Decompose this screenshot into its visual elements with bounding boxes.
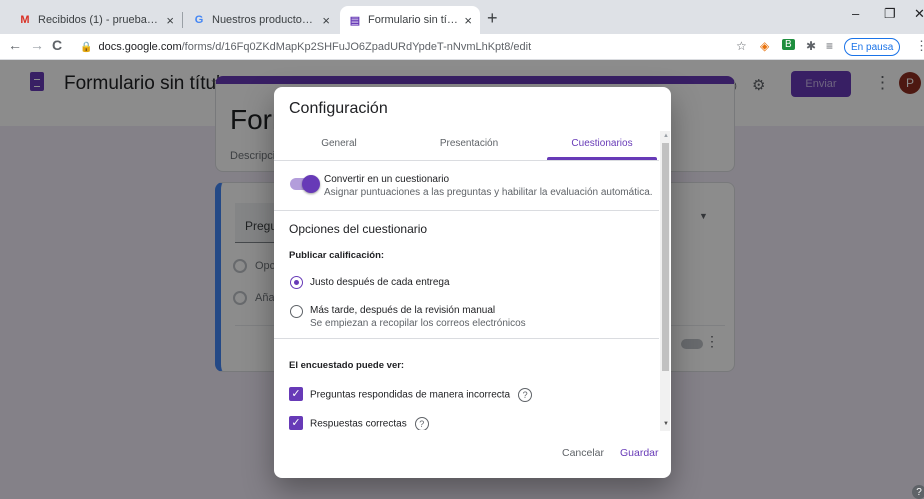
quiz-toggle-label: Convertir en un cuestionario	[324, 174, 450, 185]
divider	[274, 338, 659, 339]
tab-strip: M Recibidos (1) - prueba100820@g × G Nue…	[0, 0, 924, 34]
checkbox-label-text: Respuestas correctas	[310, 418, 407, 430]
url-host: docs.google.com	[98, 41, 182, 53]
google-icon: G	[194, 14, 204, 26]
url-path: /forms/d/16Fq0ZKdMapKp2SHFuJO6ZpadURdYpd…	[181, 41, 532, 53]
tab-general[interactable]: General	[294, 138, 384, 149]
divider	[274, 210, 659, 211]
gmail-icon: M	[20, 14, 30, 26]
help-icon[interactable]: ?	[912, 485, 924, 499]
tab-gmail[interactable]: M Recibidos (1) - prueba100820@g ×	[10, 6, 182, 34]
browser-menu-icon[interactable]: ⋮	[915, 38, 924, 54]
extension-icon[interactable]: ◈	[760, 39, 769, 53]
checkbox-missed-questions[interactable]: ✓	[289, 387, 303, 401]
browser-toolbar: ← → C 🔒 docs.google.com/forms/d/16Fq0ZKd…	[0, 34, 924, 60]
maximize-button[interactable]: ❐	[884, 6, 896, 22]
dialog-actions: Cancelar Guardar	[274, 437, 671, 467]
cancel-button[interactable]: Cancelar	[562, 447, 604, 459]
toggle-knob	[302, 175, 320, 193]
extension-b-icon[interactable]: B	[782, 39, 795, 50]
tab-quizzes[interactable]: Cuestionarios	[547, 138, 657, 149]
new-tab-button[interactable]: +	[487, 8, 498, 29]
respondent-can-see-heading: El encuestado puede ver:	[289, 360, 405, 371]
radio-immediately[interactable]	[290, 276, 303, 289]
scroll-down-arrow[interactable]: ▼	[663, 421, 669, 427]
checkbox-missed-questions-label[interactable]: Preguntas respondidas de manera incorrec…	[310, 388, 533, 402]
tab-separator	[182, 12, 183, 28]
help-circle-icon[interactable]: ?	[414, 417, 429, 430]
save-button[interactable]: Guardar	[620, 447, 659, 459]
sync-paused-button[interactable]: En pausa	[844, 38, 901, 56]
dialog-body: Convertir en un cuestionario Asignar pun…	[274, 162, 659, 430]
radio-later-description: Se empiezan a recopilar los correos elec…	[310, 318, 526, 329]
scrollbar-thumb[interactable]	[662, 143, 669, 371]
quiz-toggle-description: Asignar puntuaciones a las preguntas y h…	[324, 187, 653, 198]
forward-button[interactable]: →	[30, 37, 44, 53]
forms-icon: ▤	[349, 14, 361, 27]
puzzle-icon[interactable]: ✱	[806, 39, 816, 53]
tab-forms[interactable]: ▤ Formulario sin título - Formularic ×	[340, 6, 480, 34]
back-button[interactable]: ←	[8, 37, 22, 53]
checkbox-label-text: Preguntas respondidas de manera incorrec…	[310, 389, 511, 401]
publish-grade-heading: Publicar calificación:	[289, 250, 385, 261]
active-tab-indicator	[547, 157, 657, 160]
dialog-title: Configuración	[289, 100, 388, 117]
quiz-options-title: Opciones del cuestionario	[289, 222, 428, 236]
address-bar[interactable]: 🔒 docs.google.com/forms/d/16Fq0ZKdMapKp2…	[80, 37, 764, 57]
help-circle-icon[interactable]: ?	[518, 388, 533, 402]
close-icon[interactable]: ×	[166, 13, 174, 28]
tab-label: Nuestros productos - Google	[212, 14, 316, 26]
tab-label: Formulario sin título - Formularic	[368, 14, 459, 26]
scroll-up-arrow[interactable]: ▲	[663, 133, 669, 139]
reading-list-icon[interactable]: ≡	[826, 39, 833, 53]
radio-immediately-label[interactable]: Justo después de cada entrega	[310, 277, 450, 288]
minimize-button[interactable]: –	[852, 6, 859, 21]
lock-icon: 🔒	[80, 41, 93, 53]
bookmark-star-icon[interactable]: ☆	[736, 39, 747, 53]
radio-later-label[interactable]: Más tarde, después de la revisión manual	[310, 305, 495, 316]
quiz-toggle[interactable]	[290, 175, 320, 193]
tab-presentation[interactable]: Presentación	[424, 138, 514, 149]
reload-button[interactable]: C	[52, 37, 62, 53]
close-icon[interactable]: ×	[464, 13, 472, 28]
dialog-tabs: General Presentación Cuestionarios	[274, 133, 659, 161]
radio-later[interactable]	[290, 305, 303, 318]
settings-dialog: Configuración General Presentación Cuest…	[274, 87, 671, 478]
checkbox-correct-answers-label[interactable]: Respuestas correctas?	[310, 417, 429, 430]
tab-google[interactable]: G Nuestros productos - Google ×	[184, 6, 338, 34]
tab-label: Recibidos (1) - prueba100820@g	[38, 14, 160, 26]
close-window-button[interactable]: ✕	[914, 6, 924, 22]
close-icon[interactable]: ×	[322, 13, 330, 28]
checkbox-correct-answers[interactable]: ✓	[289, 416, 303, 430]
